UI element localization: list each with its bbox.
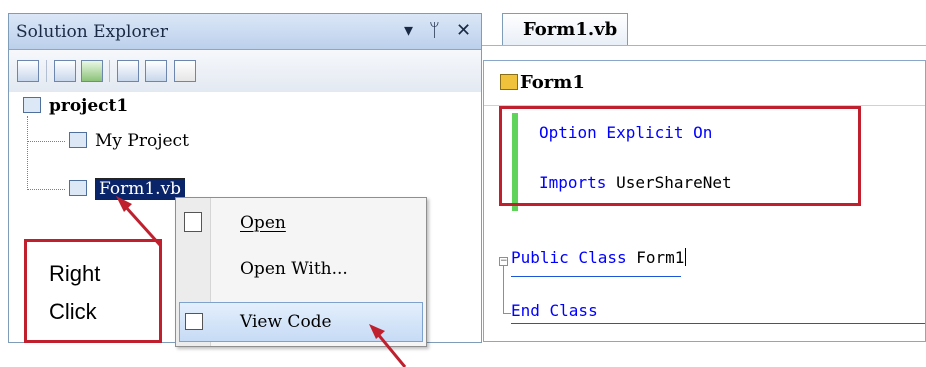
collapse-region-icon[interactable]: −	[499, 257, 508, 266]
code-line-3: Public Class Form1	[511, 248, 687, 267]
class-name-dropdown[interactable]: Form1	[484, 61, 925, 106]
arrow-to-view-code	[369, 324, 407, 367]
line-underline	[511, 323, 925, 324]
line-underline	[511, 276, 681, 277]
fold-line-end	[503, 313, 511, 314]
code-line-4: End Class	[511, 301, 598, 320]
class-icon	[500, 74, 518, 90]
class-name-dropdown-value: Form1	[520, 72, 585, 93]
tab-form1-vb-label: Form1.vb	[523, 19, 618, 40]
tab-form1-vb[interactable]: Form1.vb	[502, 13, 628, 46]
tab-strip-divider	[482, 45, 926, 46]
code-line-4-text: End Class	[511, 301, 598, 320]
code-line-3-identifier: Form1	[626, 248, 685, 267]
code-line-3-keyword: Public Class	[511, 248, 627, 267]
arrow-to-form1	[116, 196, 162, 247]
text-cursor	[685, 248, 687, 266]
code-highlight-annotation-box	[499, 106, 861, 206]
fold-line	[503, 266, 504, 314]
